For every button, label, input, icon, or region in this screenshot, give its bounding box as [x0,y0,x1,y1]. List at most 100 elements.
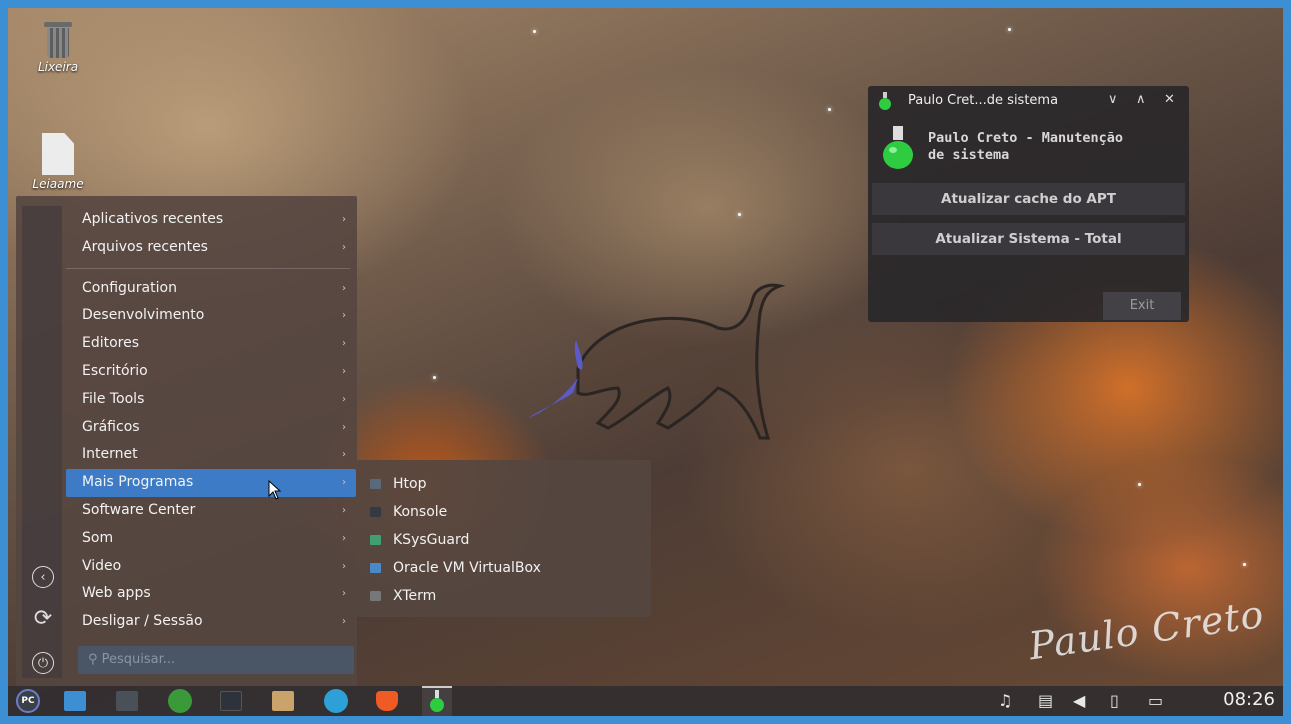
menu-item-som[interactable]: Som › [66,525,356,553]
settings-icon[interactable] [116,691,138,711]
maintenance-flask-icon[interactable] [422,686,452,716]
chevron-right-icon: › [342,532,346,544]
mouse-cursor-icon [268,480,282,500]
chevron-right-icon: › [342,365,346,377]
chart-icon [370,535,381,545]
xterm-icon [370,591,381,601]
menu-item-file-tools[interactable]: File Tools › [66,386,356,414]
menu-item-arquivos-recentes[interactable]: Arquivos recentes › [66,234,356,262]
update-apt-cache-button[interactable]: Atualizar cache do APT [871,182,1186,216]
menu-item-label: Mais Programas [82,474,194,491]
power-icon[interactable]: ⏻ [32,652,54,674]
menu-item-aplicativos-recentes[interactable]: Aplicativos recentes › [66,206,356,234]
chevron-right-icon: › [342,421,346,433]
menu-item-web-apps[interactable]: Web apps › [66,580,356,608]
chevron-right-icon: › [342,477,346,489]
submenu-item-xterm[interactable]: XTerm [357,582,651,610]
chevron-up-icon[interactable]: ∧ [1136,92,1146,107]
archive-icon[interactable] [272,691,294,711]
desktop-icon-label: Leiaame [32,177,84,191]
star [533,30,536,33]
network-icon[interactable]: ▭ [1148,691,1163,711]
xbox-icon[interactable] [168,689,192,713]
window-heading: Paulo Creto - Manutenção de sistema [928,130,1178,164]
menu-item-video[interactable]: Video › [66,553,356,581]
chevron-right-icon: › [342,504,346,516]
menu-item-mais-programas[interactable]: Mais Programas › [66,469,356,497]
search-icon: ⚲ [88,652,102,667]
star [738,213,741,216]
back-icon[interactable]: ‹ [32,566,54,588]
chevron-right-icon: › [342,241,346,253]
submenu-item-konsole[interactable]: Konsole [357,498,651,526]
chevron-right-icon: › [342,214,346,225]
menu-item-software-center[interactable]: Software Center › [66,497,356,525]
window-titlebar[interactable]: Paulo Cret...de sistema ∨ ∧ ✕ [868,86,1189,114]
full-system-update-button[interactable]: Atualizar Sistema - Total [871,222,1186,256]
notification-icon[interactable]: ♫ [998,691,1012,711]
menu-side-panel: ‹ ⟳ ⏻ [22,206,62,678]
file-manager-icon[interactable] [64,691,86,711]
submenu-item-label: KSysGuard [393,532,470,548]
star [1243,563,1246,566]
chevron-right-icon: › [342,449,346,461]
text-file-icon [42,133,74,175]
menu-item-label: Escritório [82,362,148,379]
desktop-icon-readme[interactable]: Leiaame [23,133,93,191]
volume-icon[interactable]: ◀ [1073,691,1085,711]
refresh-icon[interactable]: ⟳ [32,608,54,630]
chevron-down-icon[interactable]: ∨ [1108,92,1118,107]
star [1008,28,1011,31]
submenu-item-label: Konsole [393,504,448,520]
menu-item-label: Desligar / Sessão [82,613,203,630]
heading-line: de sistema [928,147,1010,163]
menu-item-label: Video [82,557,122,574]
terminal-icon[interactable] [220,691,242,711]
chevron-right-icon: › [342,282,346,294]
close-icon[interactable]: ✕ [1164,92,1175,107]
menu-item-internet[interactable]: Internet › [66,441,356,469]
star [828,108,831,111]
star [1138,483,1141,486]
star [433,376,436,379]
submenu-item-htop[interactable]: Htop [357,470,651,498]
application-menu: ‹ ⟳ ⏻ Aplicativos recentes › Arquivos rec… [16,196,357,686]
menu-search-input[interactable]: ⚲ Pesquisar... [78,646,354,674]
menu-item-label: Configuration [82,279,177,296]
desktop: Lixeira Leiaame Paulo Creto ‹ ⟳ ⏻ Aplica… [8,8,1283,716]
brave-icon[interactable] [376,691,398,711]
telegram-icon[interactable] [324,689,348,713]
battery-icon[interactable]: ▯ [1110,691,1119,711]
clock[interactable]: 08:26 [1223,689,1275,710]
trash-icon [43,22,73,58]
signature: Paulo Creto [1026,591,1267,669]
desktop-icon-label: Lixeira [37,60,79,74]
flask-large-icon [883,126,913,169]
menu-item-label: Gráficos [82,418,140,435]
menu-item-graficos[interactable]: Gráficos › [66,414,356,442]
submenu-item-ksysguard[interactable]: KSysGuard [357,526,651,554]
menu-item-desligar-sessao[interactable]: Desligar / Sessão › [66,608,356,636]
menu-item-label: Editores [82,335,140,352]
menu-item-desenvolvimento[interactable]: Desenvolvimento › [66,302,356,330]
maintenance-window: Paulo Cret...de sistema ∨ ∧ ✕ Paulo Cret… [868,86,1189,322]
search-placeholder: Pesquisar... [101,652,176,667]
window-title: Paulo Cret...de sistema [908,93,1059,108]
chevron-right-icon: › [342,338,346,350]
chevron-right-icon: › [342,560,346,572]
konsole-icon [370,507,381,517]
exit-button[interactable]: Exit [1102,291,1182,321]
chevron-right-icon: › [342,393,346,405]
menu-item-label: Software Center [82,501,196,518]
menu-item-label: Aplicativos recentes [82,211,224,227]
submenu-mais-programas: Htop Konsole KSysGuard Oracle VM Virtual… [357,460,651,617]
menu-item-escritorio[interactable]: Escritório › [66,358,356,386]
chevron-right-icon: › [342,616,346,628]
menu-item-configuration[interactable]: Configuration › [66,275,356,303]
submenu-item-virtualbox[interactable]: Oracle VM VirtualBox [357,554,651,582]
menu-item-editores[interactable]: Editores › [66,330,356,358]
kickoff-menu-icon[interactable]: PC [16,689,40,713]
desktop-icon-trash[interactable]: Lixeira [23,22,93,74]
menu-separator [66,267,350,269]
clipboard-icon[interactable]: ▤ [1038,691,1053,711]
